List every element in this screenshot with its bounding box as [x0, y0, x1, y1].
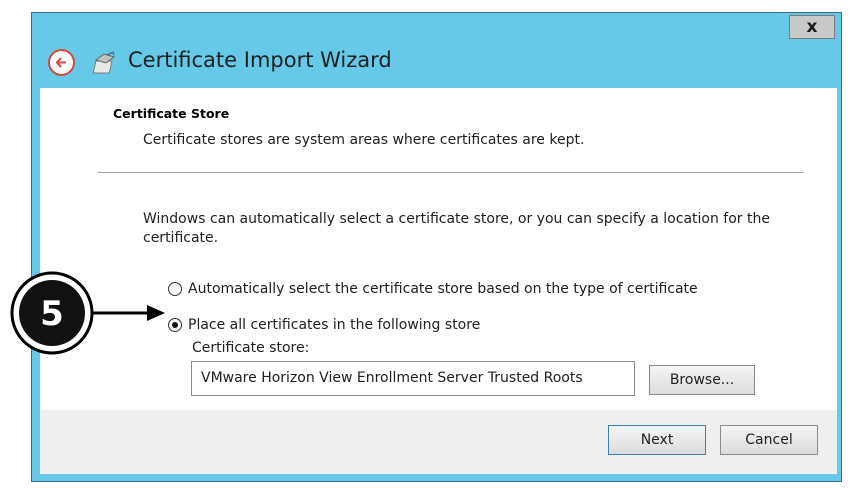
close-button[interactable]: x	[789, 15, 835, 39]
pointer-arrow-icon	[93, 305, 165, 321]
back-arrow-icon	[55, 57, 66, 68]
certificate-store-field[interactable]: VMware Horizon View Enrollment Server Tr…	[191, 361, 635, 396]
step-number: 5	[40, 294, 64, 334]
wizard-footer: Next Cancel	[40, 410, 837, 474]
certificate-wizard-icon	[92, 51, 116, 74]
window-title: Certificate Import Wizard	[128, 48, 392, 72]
certificate-store-label: Certificate store:	[192, 340, 310, 356]
auto-select-option[interactable]: Automatically select the certificate sto…	[168, 281, 698, 297]
step-number-badge: 5	[10, 271, 94, 355]
wizard-window: x Certificate Import Wizard Certificate …	[31, 12, 842, 482]
auto-select-label: Automatically select the certificate sto…	[188, 281, 698, 297]
next-button[interactable]: Next	[608, 425, 706, 455]
radio-auto-select[interactable]	[168, 282, 182, 296]
page-heading: Certificate Store	[113, 106, 230, 121]
page-subtext: Certificate stores are system areas wher…	[143, 132, 585, 148]
place-all-option[interactable]: Place all certificates in the following …	[168, 317, 480, 333]
back-button[interactable]	[48, 49, 75, 76]
close-icon: x	[806, 17, 818, 37]
wizard-content: Certificate Store Certificate stores are…	[40, 88, 837, 410]
browse-button[interactable]: Browse...	[649, 365, 755, 395]
place-all-label: Place all certificates in the following …	[188, 317, 481, 333]
radio-place-all[interactable]	[168, 318, 182, 332]
divider	[98, 172, 804, 173]
cancel-button[interactable]: Cancel	[720, 425, 818, 455]
description-text: Windows can automatically select a certi…	[143, 211, 770, 246]
